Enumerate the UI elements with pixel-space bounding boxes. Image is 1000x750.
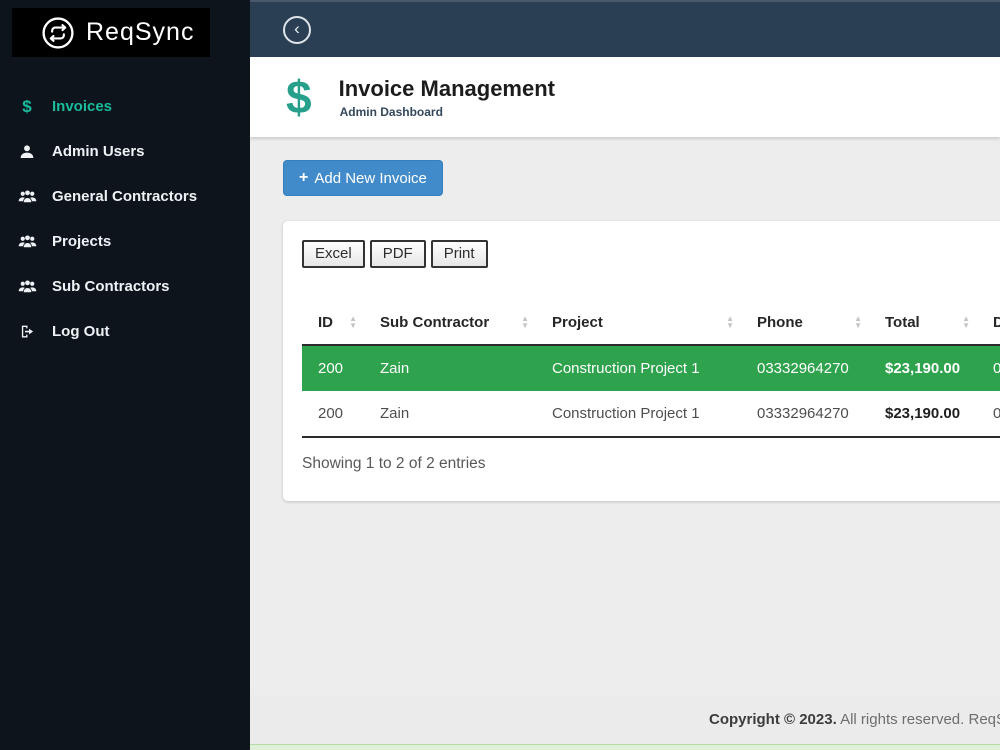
table-row-selected[interactable]: 200 Zain Construction Project 1 03332964… <box>302 345 1000 391</box>
column-header-project[interactable]: Project ▲ ▼ <box>536 304 741 346</box>
table-info: Showing 1 to 2 of 2 entries <box>302 455 486 472</box>
column-header-sub-contractor[interactable]: Sub Contractor ▲ ▼ <box>364 304 536 346</box>
page-titles: Invoice Management Admin Dashboard <box>339 76 555 119</box>
dollar-icon: $ <box>286 71 312 123</box>
page-subtitle: Admin Dashboard <box>339 104 443 119</box>
export-excel-button[interactable]: Excel <box>302 240 365 268</box>
sidebar-item-label: Admin Users <box>52 143 145 160</box>
cell-phone: 03332964270 <box>741 345 869 391</box>
table-header-row: ID ▲ ▼ Sub Contractor ▲ ▼ Project ▲ ▼ Phone ▲ ▼ … <box>302 304 1000 346</box>
cell-project: Construction Project 1 <box>536 391 741 438</box>
users-icon <box>15 234 39 249</box>
cell-id: 200 <box>302 345 364 391</box>
sidebar-item-label: Sub Contractors <box>52 278 170 295</box>
column-label: Phone <box>757 314 803 331</box>
plus-icon: + <box>299 169 309 186</box>
sort-icon: ▲ ▼ <box>521 314 529 330</box>
export-print-button[interactable]: Print <box>430 240 488 268</box>
collapse-sidebar-button[interactable]: ‹ <box>283 15 311 44</box>
sidebar-item-label: Invoices <box>52 98 113 115</box>
brand-logo[interactable]: ReqSync <box>12 8 210 57</box>
column-header-phone[interactable]: Phone ▲ ▼ <box>741 304 869 346</box>
bottom-strip <box>250 744 1000 750</box>
sidebar-item-projects[interactable]: Projects <box>0 219 250 264</box>
column-label: ID <box>318 314 333 331</box>
sidebar-item-sub-contractors[interactable]: Sub Contractors <box>0 264 250 309</box>
footer: Copyright © 2023. All rights reserved. R… <box>250 695 1000 744</box>
copyright-bold: Copyright © 2023. <box>709 711 837 728</box>
page-title: Invoice Management <box>338 75 555 101</box>
cell-sub-contractor: Zain <box>364 345 536 391</box>
table-row[interactable]: 200 Zain Construction Project 1 03332964… <box>302 391 1000 438</box>
sidebar-menu: $ Invoices Admin Users General Contracto… <box>0 84 250 354</box>
sidebar-item-admin-users[interactable]: Admin Users <box>0 129 250 174</box>
column-header-date[interactable]: Date <box>977 304 1000 346</box>
sync-icon <box>40 15 76 51</box>
sidebar-item-label: General Contractors <box>52 188 198 205</box>
cell-phone: 03332964270 <box>741 391 869 438</box>
users-icon <box>15 189 39 204</box>
logout-icon <box>15 324 39 339</box>
users-icon <box>15 279 39 294</box>
brand-name: ReqSync <box>86 18 195 46</box>
content-area: + Add New Invoice Excel PDF Print ID ▲ ▼ S… <box>250 137 1000 695</box>
add-new-invoice-label: Add New Invoice <box>314 169 427 187</box>
sidebar: ReqSync $ Invoices Admin Users General C… <box>0 0 250 750</box>
sidebar-item-invoices[interactable]: $ Invoices <box>0 84 250 129</box>
sort-icon: ▲ ▼ <box>726 314 734 330</box>
invoice-table-card: Excel PDF Print ID ▲ ▼ Sub Contractor ▲ ▼ Pr… <box>283 221 1000 501</box>
sort-icon: ▲ ▼ <box>962 314 970 330</box>
cell-date: 09 <box>977 391 1000 438</box>
column-label: Sub Contractor <box>380 314 490 331</box>
copyright-trail: ReqSync <box>968 711 1000 728</box>
sidebar-item-label: Log Out <box>52 323 110 340</box>
topbar: ‹ <box>250 0 1000 57</box>
user-icon <box>15 144 39 160</box>
sort-icon: ▲ ▼ <box>349 314 357 330</box>
sidebar-item-label: Projects <box>52 233 112 250</box>
cell-total: $23,190.00 <box>869 391 977 438</box>
cell-project: Construction Project 1 <box>536 345 741 391</box>
cell-date: 09 <box>977 345 1000 391</box>
cell-sub-contractor: Zain <box>364 391 536 438</box>
invoices-table: ID ▲ ▼ Sub Contractor ▲ ▼ Project ▲ ▼ Phone ▲ ▼ … <box>302 304 1000 438</box>
page-header: $ Invoice Management Admin Dashboard <box>250 57 1000 137</box>
export-pdf-button[interactable]: PDF <box>369 240 426 268</box>
export-buttons: Excel PDF Print <box>302 240 1000 268</box>
sort-icon: ▲ ▼ <box>854 314 862 330</box>
column-label: Date <box>993 314 1000 331</box>
column-label: Project <box>552 314 603 331</box>
cell-total: $23,190.00 <box>869 345 977 391</box>
column-header-total[interactable]: Total ▲ ▼ <box>869 304 977 346</box>
column-header-id[interactable]: ID ▲ ▼ <box>302 304 364 346</box>
dollar-icon: $ <box>22 96 32 116</box>
sidebar-item-general-contractors[interactable]: General Contractors <box>0 174 250 219</box>
sidebar-item-log-out[interactable]: Log Out <box>0 309 250 354</box>
column-label: Total <box>885 314 920 331</box>
copyright-text: Copyright © 2023. All rights reserved. R… <box>709 711 1000 728</box>
copyright-rest: All rights reserved. <box>840 711 965 728</box>
add-new-invoice-button[interactable]: + Add New Invoice <box>283 160 443 196</box>
main-area: ‹ $ Invoice Management Admin Dashboard +… <box>250 0 1000 750</box>
cell-id: 200 <box>302 391 364 438</box>
